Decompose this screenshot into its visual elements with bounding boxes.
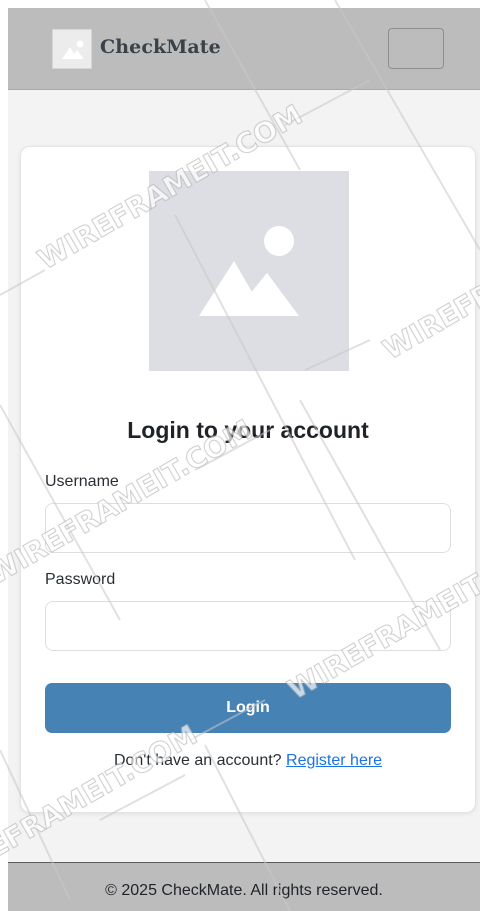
copyright-text: © 2025 CheckMate. All rights reserved. <box>105 882 383 899</box>
page-footer: © 2025 CheckMate. All rights reserved. <box>8 862 480 911</box>
login-title: Login to your account <box>127 417 369 443</box>
page-frame: CheckMate Login to your account Username… <box>8 8 480 911</box>
username-field[interactable] <box>45 503 451 553</box>
register-prompt-row: Don't have an account? Register here <box>21 752 475 770</box>
login-card: Login to your account Username Password … <box>20 146 476 813</box>
menu-toggle-button[interactable] <box>388 28 444 69</box>
register-link[interactable]: Register here <box>286 752 382 769</box>
register-prompt-text: Don't have an account? <box>113 752 282 769</box>
top-navbar: CheckMate <box>8 8 480 90</box>
brand-name[interactable]: CheckMate <box>100 36 221 58</box>
password-field[interactable] <box>45 601 451 651</box>
login-button[interactable]: Login <box>45 683 451 733</box>
username-label: Username <box>45 473 119 490</box>
image-placeholder-icon <box>199 226 299 316</box>
hero-image-placeholder <box>149 171 349 371</box>
logo-image-icon <box>62 40 84 59</box>
logo-icon[interactable] <box>52 29 92 69</box>
password-label: Password <box>45 571 116 588</box>
